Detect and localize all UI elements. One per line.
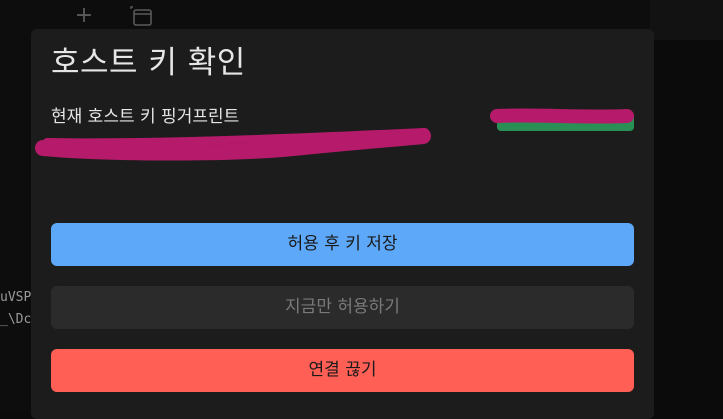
redaction-mark — [490, 108, 634, 124]
terminal-line: uVSP — [0, 290, 32, 305]
window-icon[interactable] — [130, 6, 154, 28]
allow-and-save-button[interactable]: 허용 후 키 저장 — [51, 223, 634, 266]
window-icon-svg — [130, 6, 152, 26]
top-right-panel — [650, 0, 723, 40]
fingerprint-label: 현재 호스트 키 핑거프린트 — [51, 107, 240, 127]
host-key-dialog: 호스트 키 확인 현재 호스트 키 핑거프린트 허용 후 키 저장 지금만 허용… — [31, 29, 654, 419]
terminal-line: _\Dc — [0, 312, 32, 327]
background-terminal — [0, 40, 30, 411]
allow-once-button[interactable]: 지금만 허용하기 — [51, 286, 634, 329]
disconnect-button[interactable]: 연결 끊기 — [51, 349, 634, 392]
plus-icon[interactable]: + — [74, 5, 94, 27]
dialog-title: 호스트 키 확인 — [51, 45, 246, 81]
fingerprint-redaction — [35, 128, 431, 161]
